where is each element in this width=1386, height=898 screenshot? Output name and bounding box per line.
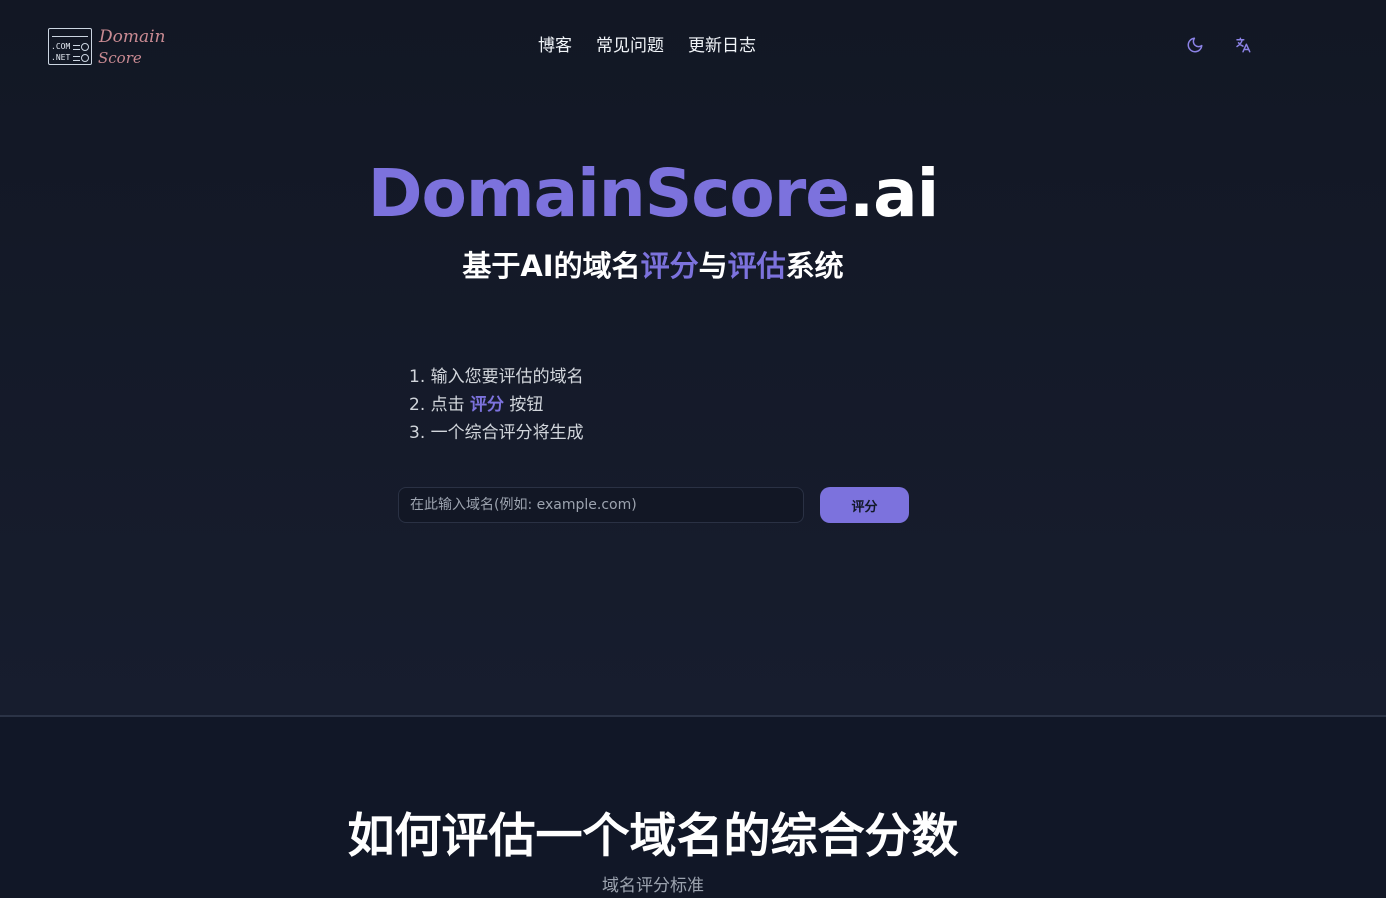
step-3: 3. 一个综合评分将生成 [409,423,584,443]
brand-title: DomainScore.ai [0,152,1306,236]
moon-icon [1187,37,1203,53]
logo-box-text-com: .COM [51,42,71,51]
subtitle-accent-score: 评分 [640,249,699,283]
subtitle-part2: 与 [698,249,728,283]
subtitle-accent-evaluate: 评估 [727,249,786,283]
subtitle-part3: 系统 [785,249,844,283]
nav-blog[interactable]: 博客 [538,34,572,58]
step-2-after: 按钮 [504,395,544,415]
hero-section [0,0,1386,716]
hero-subtitle: 基于AI的域名评分与评估系统 [0,247,1306,285]
theme-toggle-button[interactable] [1186,36,1208,58]
section-title: 如何评估一个域名的综合分数 [347,809,959,864]
domain-input[interactable] [398,487,804,523]
logo-box-text-net: .NET [51,53,71,62]
brand-title-tld: .ai [849,155,939,232]
score-button[interactable]: 评分 [820,487,909,523]
language-button[interactable] [1234,36,1256,58]
step-2-before: 2. 点击 [409,395,471,415]
site-logo[interactable]: .COM .NET Domain Score [48,27,166,69]
logo-word-domain: Domain [99,27,166,47]
step-2-highlight: 评分 [470,395,505,415]
section-subtitle: 域名评分标准 [602,876,704,896]
step-1: 1. 输入您要评估的域名 [409,367,584,387]
nav-changelog[interactable]: 更新日志 [688,34,756,58]
site-header: .COM .NET Domain Score 博客 常见问题 更新日志 [0,0,1386,92]
translate-icon [1236,37,1251,53]
brand-title-main: DomainScore [367,155,850,232]
step-2: 2. 点击 评分 按钮 [409,391,584,419]
subtitle-part1: 基于AI的域名 [462,249,641,283]
logo-icon: .COM .NET [48,28,92,65]
main-nav: 博客 常见问题 更新日志 [538,34,756,58]
instruction-steps: 1. 输入您要评估的域名 2. 点击 评分 按钮 3. 一个综合评分将生成 [409,363,584,447]
nav-faq[interactable]: 常见问题 [596,34,664,58]
logo-word-score: Score [98,49,142,67]
